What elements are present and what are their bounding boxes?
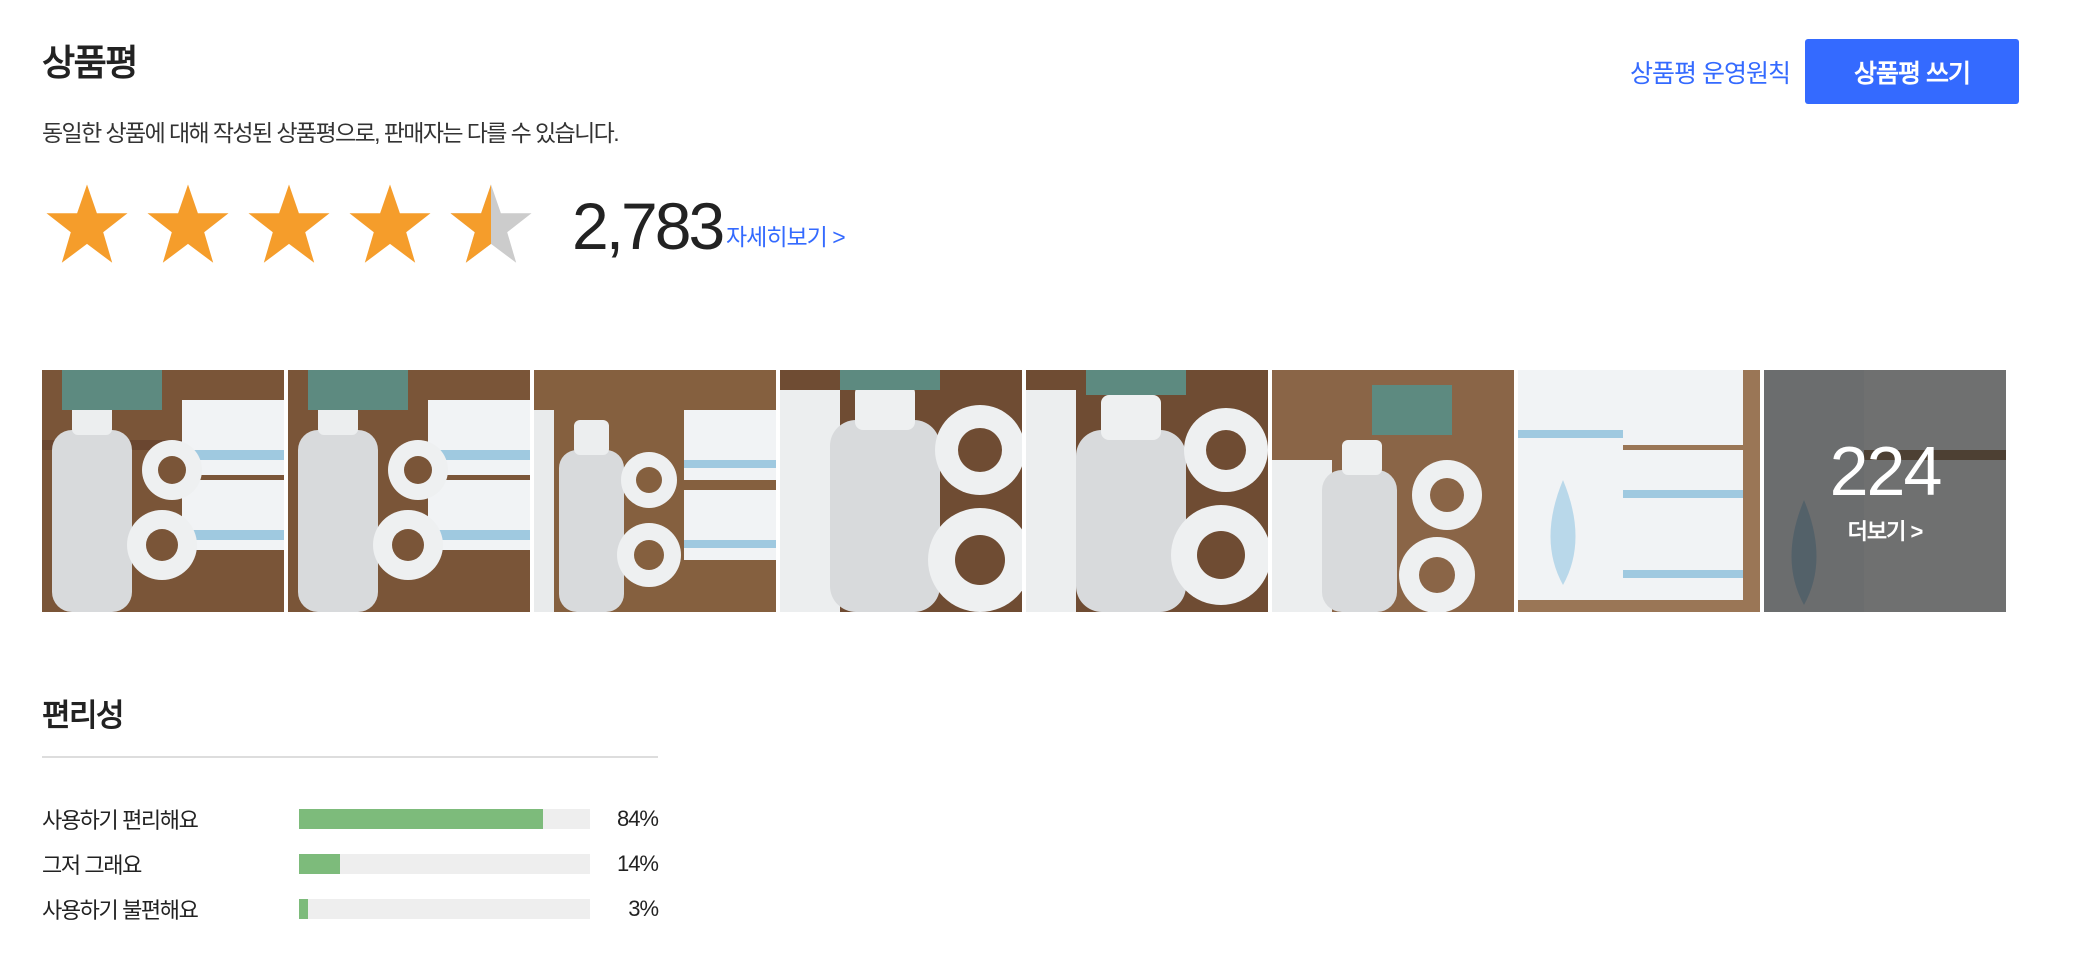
review-count: 2,783 [572, 189, 725, 263]
rating-detail-link[interactable]: 자세히보기 > [726, 218, 846, 252]
review-photo[interactable] [1026, 370, 1268, 612]
star-icon [248, 184, 330, 263]
survey-bar-track [299, 808, 590, 829]
survey-bar-fill [299, 853, 340, 874]
survey-row-percent: 3% [628, 895, 659, 921]
survey-row-percent: 14% [616, 850, 659, 876]
survey-row-label: 그저 그래요 [42, 852, 142, 878]
survey-bar-fill [299, 898, 308, 919]
survey-results: 사용하기 편리해요 84% 그저 그래요 14% 사용하기 불편해요 3% [42, 796, 659, 931]
more-photos-count: 224 [1829, 432, 1943, 510]
survey-row-label: 사용하기 불편해요 [42, 897, 199, 923]
review-photo-more[interactable]: 224 더보기 > [1764, 370, 2006, 612]
survey-bar-fill [299, 808, 544, 829]
review-photo[interactable] [288, 370, 530, 612]
survey-row: 그저 그래요 14% [42, 841, 659, 886]
review-description: 동일한 상품에 대해 작성된 상품평으로, 판매자는 다를 수 있습니다. [42, 120, 620, 146]
more-photos-overlay[interactable]: 224 더보기 > [1764, 370, 2006, 612]
review-policy-link[interactable]: 상품평 운영원칙 [1630, 54, 1791, 90]
review-photo-strip: 224 더보기 > [42, 370, 2006, 612]
write-review-button[interactable]: 상품평 쓰기 [1805, 39, 2019, 104]
star-rating [42, 180, 536, 275]
survey-row-percent: 84% [616, 805, 659, 831]
review-photo[interactable] [1272, 370, 1514, 612]
survey-row-label: 사용하기 편리해요 [42, 807, 199, 833]
star-icon [349, 184, 431, 263]
survey-row: 사용하기 불편해요 3% [42, 886, 659, 931]
survey-title: 편리성 [42, 698, 125, 733]
page-title: 상품평 [42, 42, 138, 83]
survey-bar-track [299, 853, 590, 874]
survey-bar-track [299, 898, 590, 919]
survey-row: 사용하기 편리해요 84% [42, 796, 659, 841]
star-icon [46, 184, 128, 263]
half-star-icon [450, 184, 532, 263]
review-photo[interactable] [42, 370, 284, 612]
star-icon [147, 184, 229, 263]
review-photo[interactable] [1518, 370, 1760, 612]
review-photo[interactable] [780, 370, 1022, 612]
more-photos-label: 더보기 > [1847, 519, 1924, 544]
divider [42, 756, 658, 758]
review-photo[interactable] [534, 370, 776, 612]
